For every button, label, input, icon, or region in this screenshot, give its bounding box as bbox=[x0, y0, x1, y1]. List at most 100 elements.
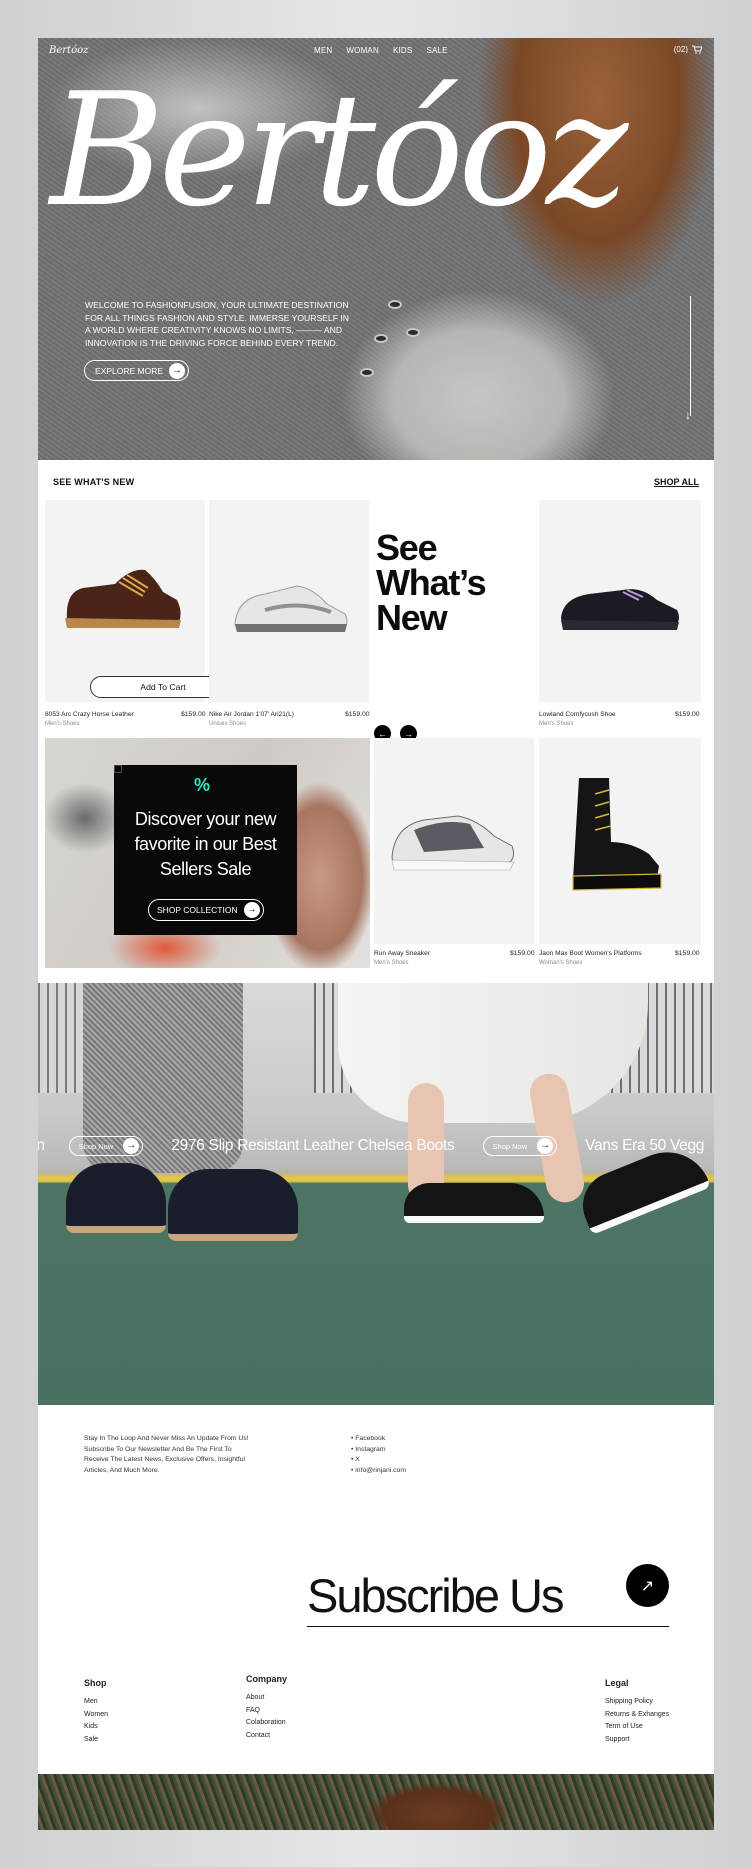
cart-icon bbox=[692, 45, 702, 54]
shop-now-button[interactable]: Shop Now → bbox=[68, 1136, 144, 1156]
arrow-up-right-icon: ↗ bbox=[640, 1577, 655, 1595]
sneaker bbox=[404, 1183, 544, 1223]
product-card[interactable] bbox=[209, 500, 369, 702]
footer-link[interactable]: Shipping Policy bbox=[605, 1696, 669, 1709]
footer-image bbox=[38, 1774, 714, 1830]
footer-heading: Company bbox=[246, 1674, 288, 1684]
heading-line: See bbox=[376, 527, 438, 568]
shop-all-link[interactable]: SHOP ALL bbox=[654, 477, 699, 487]
arrow-right-icon: → bbox=[537, 1138, 554, 1154]
marquee-text[interactable]: 2976 Slip Resistant Leather Chelsea Boot… bbox=[171, 1137, 455, 1155]
arrow-right-icon: → bbox=[404, 728, 413, 739]
product-price: $159.00 bbox=[510, 950, 535, 957]
product-name[interactable]: Nike Air Jordan 1'07' Ari21(L) bbox=[209, 711, 294, 718]
page: Bertóoz MEN WOMAN KIDS SALE (02) Bertóoz… bbox=[38, 38, 714, 1830]
product-price: $159.00 bbox=[675, 711, 700, 718]
product-card[interactable] bbox=[45, 500, 205, 702]
shoe-eyelet bbox=[406, 328, 420, 337]
boot bbox=[168, 1169, 298, 1241]
promo-text: Discover your new favorite in our Best S… bbox=[134, 809, 277, 879]
heading-line: New bbox=[376, 597, 448, 638]
arrow-right-icon: → bbox=[123, 1138, 140, 1154]
footer-link[interactable]: Contact bbox=[246, 1730, 287, 1743]
promo-banner: % Discover your new favorite in our Best… bbox=[45, 738, 370, 968]
white-skirt bbox=[338, 983, 648, 1123]
hero-title: Bertóoz bbox=[50, 59, 628, 241]
section-heading: SEE WHAT'S NEW bbox=[53, 477, 135, 487]
cart-count: (02) bbox=[673, 45, 688, 54]
shop-collection-label: SHOP COLLECTION bbox=[157, 905, 238, 915]
hero-intro: WELCOME TO FASHIONFUSION, YOUR ULTIMATE … bbox=[85, 300, 349, 348]
product-category: Woman's Shoes bbox=[539, 960, 583, 966]
footer-column-shop: Shop Men Women Kids Sale bbox=[84, 1678, 108, 1746]
scroll-line bbox=[690, 296, 691, 416]
product-card[interactable] bbox=[539, 738, 701, 944]
product-card[interactable] bbox=[539, 500, 701, 702]
percent-icon: % bbox=[194, 775, 211, 795]
footer-heading: Shop bbox=[84, 1678, 107, 1688]
footer-link[interactable]: Women bbox=[84, 1709, 108, 1722]
shoe-eyelet bbox=[388, 300, 402, 309]
shop-now-label: Shop Now bbox=[78, 1141, 114, 1151]
nav-item-woman[interactable]: WOMAN bbox=[346, 46, 379, 55]
contact-email[interactable]: info@rinjani.com bbox=[351, 1466, 406, 1477]
product-image-nike-sneaker bbox=[234, 585, 348, 632]
footer-link[interactable]: Support bbox=[605, 1734, 669, 1747]
footer-link[interactable]: FAQ bbox=[246, 1705, 287, 1718]
arrow-left-icon: ← bbox=[378, 728, 387, 739]
subscribe-button[interactable]: ↗ bbox=[626, 1564, 669, 1607]
logo[interactable]: Bertóoz bbox=[49, 45, 88, 56]
arrow-right-icon: → bbox=[243, 902, 260, 918]
newsletter-text: Stay In The Loop And Never Miss An Updat… bbox=[84, 1435, 249, 1474]
lifestyle-banner bbox=[38, 983, 714, 1405]
product-name[interactable]: Jaon Max Boot Women's Platforms bbox=[539, 950, 642, 957]
product-price: $159.00 bbox=[345, 711, 370, 718]
social-links: Facebook Instagram X info@rinjani.com bbox=[351, 1434, 406, 1476]
footer-link[interactable]: Men bbox=[84, 1696, 108, 1709]
product-name[interactable]: Run Away Sneaker bbox=[374, 950, 430, 957]
footer-link[interactable]: Returns & Exhanges bbox=[605, 1709, 669, 1722]
shop-now-button[interactable]: Shop Now → bbox=[482, 1136, 558, 1156]
nav-item-sale[interactable]: SALE bbox=[426, 46, 447, 55]
product-image-platform-boot bbox=[572, 778, 662, 891]
boot bbox=[66, 1163, 166, 1233]
footer-link[interactable]: Colaboration bbox=[246, 1717, 287, 1730]
see-whats-new-heading: See What’s New bbox=[376, 527, 487, 638]
product-card[interactable] bbox=[374, 738, 534, 944]
footer-column-legal: Legal Shipping Policy Returns & Exhanges… bbox=[605, 1678, 669, 1746]
social-link-instagram[interactable]: Instagram bbox=[351, 1445, 406, 1456]
explore-more-button[interactable]: EXPLORE MORE → bbox=[84, 360, 190, 381]
product-name[interactable]: 8053 Arc Crazy Horse Leather bbox=[45, 711, 134, 718]
product-category: Men's Shoes bbox=[539, 721, 574, 727]
footer-link[interactable]: Sale bbox=[84, 1734, 108, 1747]
social-link-x[interactable]: X bbox=[351, 1455, 406, 1466]
footer-heading: Legal bbox=[605, 1678, 629, 1688]
nav-item-kids[interactable]: KIDS bbox=[393, 46, 412, 55]
product-price: $159.00 bbox=[181, 711, 206, 718]
product-image-lowland-shoe bbox=[561, 589, 679, 630]
nav-item-men[interactable]: MEN bbox=[314, 46, 332, 55]
product-category: Unisex Shoes bbox=[209, 721, 247, 727]
shoe-eyelet bbox=[360, 368, 374, 377]
marquee-text[interactable]: an bbox=[38, 1137, 45, 1155]
promo-box: % Discover your new favorite in our Best… bbox=[114, 765, 297, 935]
hero-section: Bertóoz MEN WOMAN KIDS SALE (02) Bertóoz… bbox=[38, 38, 714, 460]
product-image-leather-boot bbox=[65, 569, 181, 628]
shoe-eyelet bbox=[374, 334, 388, 343]
shop-collection-button[interactable]: SHOP COLLECTION → bbox=[148, 899, 264, 921]
marquee-text[interactable]: Vans Era 50 Vegg bbox=[585, 1137, 704, 1155]
subscribe-heading[interactable]: Subscribe Us bbox=[307, 1568, 564, 1623]
explore-more-label: EXPLORE MORE bbox=[95, 365, 164, 376]
social-link-facebook[interactable]: Facebook bbox=[351, 1434, 406, 1445]
main-nav: MEN WOMAN KIDS SALE bbox=[314, 46, 448, 55]
arrow-right-icon: → bbox=[169, 362, 186, 379]
cart-button[interactable]: (02) bbox=[674, 45, 702, 54]
product-name[interactable]: Lowland Comfycush Shoe bbox=[539, 711, 616, 718]
arrow-down-icon[interactable]: ↓ bbox=[685, 408, 691, 422]
product-image-runaway-sneaker bbox=[391, 815, 515, 871]
footer-column-company: Company About FAQ Colaboration Contact bbox=[246, 1674, 287, 1742]
footer-link[interactable]: About bbox=[246, 1692, 287, 1705]
product-category: Men's Shoes bbox=[45, 721, 80, 727]
footer-link[interactable]: Kids bbox=[84, 1721, 108, 1734]
footer-link[interactable]: Term of Use bbox=[605, 1721, 669, 1734]
